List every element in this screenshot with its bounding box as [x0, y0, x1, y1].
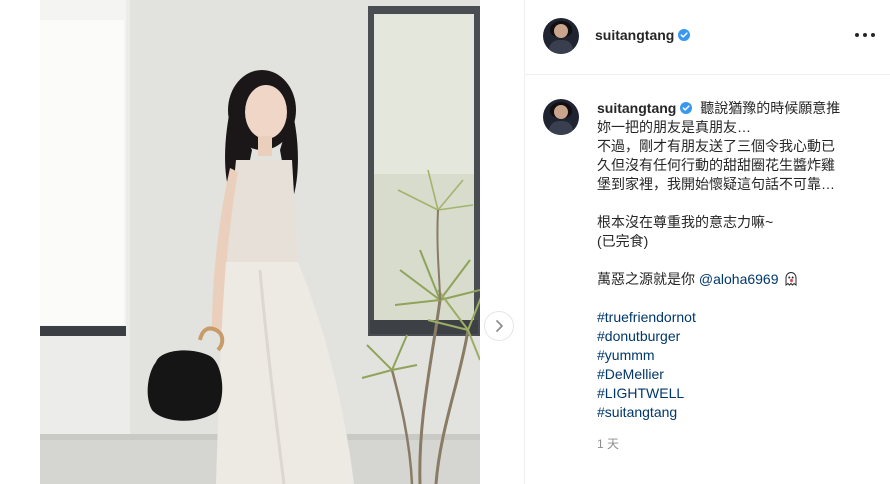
caption-avatar[interactable] — [543, 99, 579, 135]
post-detail-panel: suitangtang suitangtang 聽說猶豫的時候願意推 妳一把的朋… — [524, 0, 890, 484]
caption-line: 萬惡之源就是你 — [597, 271, 695, 287]
hashtag-link[interactable]: #donutburger — [597, 327, 863, 346]
caption-line: 聽說猶豫的時候願意推 — [700, 100, 841, 116]
mention-link[interactable]: @aloha6969 — [699, 271, 779, 287]
post-timestamp[interactable]: 1 天 — [597, 435, 863, 454]
caption-line: 不過，剛才有朋友送了三個令我心動已 — [597, 138, 835, 154]
caption-line: (已完食) — [597, 233, 649, 249]
hashtag-link[interactable]: #truefriendornot — [597, 308, 863, 327]
next-photo-button[interactable] — [484, 311, 514, 341]
hashtag-link[interactable]: #yummm — [597, 346, 863, 365]
post-header: suitangtang — [525, 0, 890, 75]
verified-badge-icon — [678, 29, 691, 41]
ghost-emoji-icon — [785, 271, 797, 286]
avatar[interactable] — [543, 18, 579, 54]
caption-line: 妳一把的朋友是真朋友… — [597, 119, 751, 135]
caption-username[interactable]: suitangtang — [597, 100, 693, 116]
chevron-right-icon — [496, 320, 503, 332]
header-username[interactable]: suitangtang — [595, 27, 691, 43]
caption-text: suitangtang 聽說猶豫的時候願意推 妳一把的朋友是真朋友… 不過，剛才… — [597, 99, 863, 454]
verified-badge-icon — [680, 102, 693, 114]
hashtag-link[interactable]: #DeMellier — [597, 365, 863, 384]
more-options-button[interactable] — [855, 28, 875, 42]
caption-line: 根本沒在尊重我的意志力嘛~ — [597, 214, 774, 230]
caption-line: 堡到家裡，我開始懷疑這句話不可靠… — [597, 176, 835, 192]
hashtag-link[interactable]: #LIGHTWELL — [597, 384, 863, 403]
more-horizontal-icon — [855, 33, 859, 37]
post-photo[interactable] — [40, 0, 480, 484]
caption-line: 久但沒有任何行動的甜甜圈花生醬炸雞 — [597, 157, 835, 173]
photo-illustration — [40, 0, 480, 484]
hashtag-link[interactable]: #suitangtang — [597, 403, 863, 422]
